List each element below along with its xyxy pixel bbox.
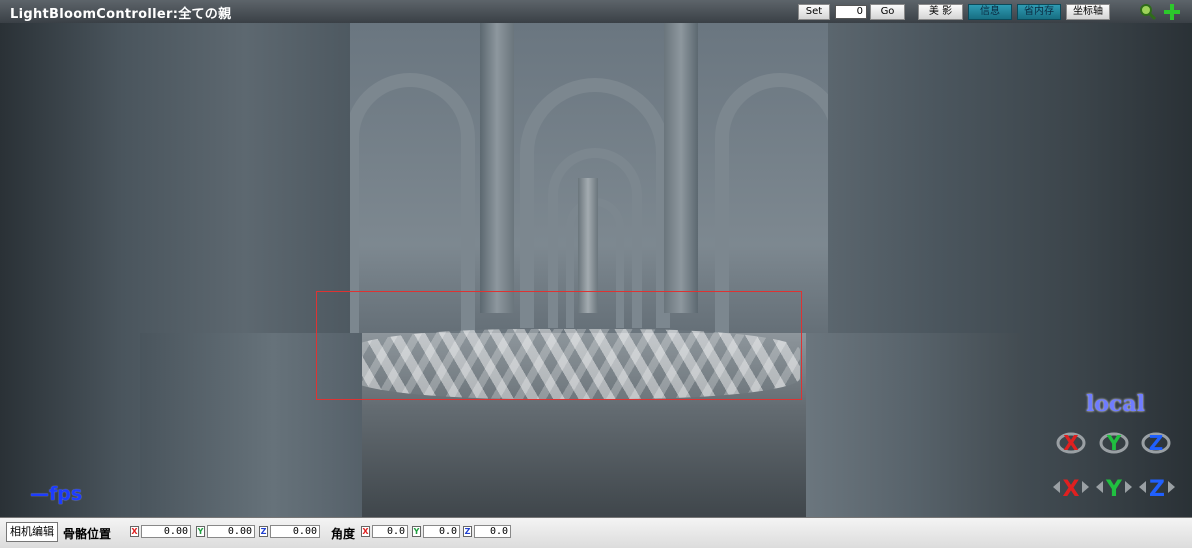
- pos-x-tag: X: [130, 526, 139, 537]
- plus-icon[interactable]: [1163, 3, 1181, 21]
- pos-y-tag: Y: [196, 526, 205, 537]
- frame-input[interactable]: 0: [835, 5, 867, 19]
- 3d-viewport[interactable]: local X Y Z X Y Z —fps: [0, 23, 1192, 517]
- angle-z-input[interactable]: 0.0: [474, 525, 511, 538]
- magnifier-icon[interactable]: [1139, 3, 1157, 21]
- move-x-icon[interactable]: X: [1053, 471, 1089, 503]
- svg-text:X: X: [1063, 431, 1079, 455]
- bone-position-label: 骨骼位置: [63, 527, 112, 541]
- fps-counter: —fps: [30, 483, 83, 505]
- window-title: LightBloomController:全ての親: [10, 7, 232, 22]
- pos-z-tag: Z: [259, 526, 268, 537]
- move-y-icon[interactable]: Y: [1096, 471, 1132, 503]
- svg-text:Y: Y: [1106, 431, 1122, 455]
- pos-x-input[interactable]: 0.00: [141, 525, 191, 538]
- title-bar: LightBloomController:全ての親 Set 0 Go 美 影 信…: [0, 0, 1192, 24]
- angle-label: 角度: [331, 527, 356, 541]
- angle-x-input[interactable]: 0.0: [372, 525, 408, 538]
- angle-x-tag: X: [361, 526, 370, 537]
- info-button[interactable]: 信息: [968, 4, 1012, 20]
- selection-rectangle: [316, 291, 802, 400]
- rotate-z-icon[interactable]: Z: [1140, 428, 1172, 456]
- go-button[interactable]: Go: [870, 4, 905, 20]
- move-z-icon[interactable]: Z: [1139, 471, 1175, 503]
- save-memory-button[interactable]: 省内存: [1017, 4, 1061, 20]
- pos-z-input[interactable]: 0.00: [270, 525, 320, 538]
- rotate-x-icon[interactable]: X: [1055, 428, 1087, 456]
- svg-text:Z: Z: [1149, 431, 1164, 455]
- svg-text:Z: Z: [1149, 477, 1165, 502]
- angle-y-input[interactable]: 0.0: [423, 525, 460, 538]
- axis-button[interactable]: 坐标轴: [1066, 4, 1110, 20]
- svg-text:Y: Y: [1105, 477, 1123, 502]
- pos-y-input[interactable]: 0.00: [207, 525, 255, 538]
- bottom-bar: 相机编辑 骨骼位置 X 0.00 Y 0.00 Z 0.00 角度 X 0.0 …: [0, 517, 1192, 548]
- column-left: [480, 23, 514, 313]
- svg-text:X: X: [1063, 477, 1080, 502]
- camera-edit-button[interactable]: 相机编辑: [6, 522, 58, 542]
- column-right: [664, 23, 698, 313]
- set-button[interactable]: Set: [798, 4, 830, 20]
- pillar-base-right: [806, 333, 1020, 517]
- beauty-shadow-button[interactable]: 美 影: [918, 4, 963, 20]
- angle-z-tag: Z: [463, 526, 472, 537]
- rotate-y-icon[interactable]: Y: [1098, 428, 1130, 456]
- coord-mode-label[interactable]: local: [1086, 391, 1145, 417]
- angle-y-tag: Y: [412, 526, 421, 537]
